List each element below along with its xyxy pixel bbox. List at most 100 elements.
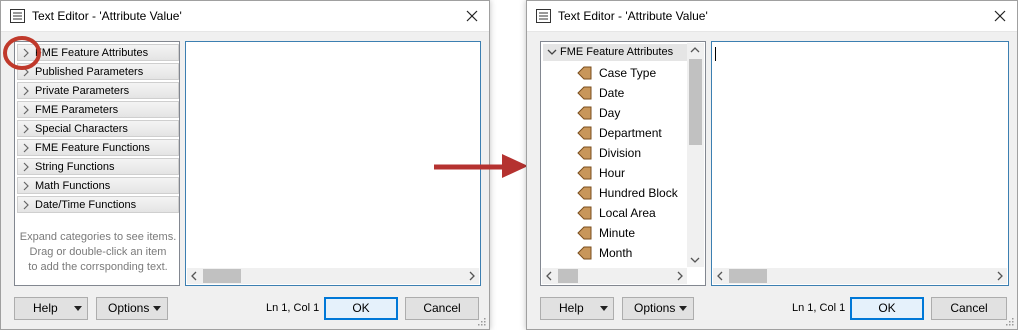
- resize-grip-icon[interactable]: [477, 317, 486, 326]
- scroll-right-icon[interactable]: [674, 271, 684, 281]
- scroll-left-icon[interactable]: [190, 271, 200, 281]
- scroll-thumb[interactable]: [203, 269, 241, 283]
- chevron-right-icon: [23, 86, 29, 96]
- help-button[interactable]: Help: [14, 297, 88, 320]
- category-label: FME Parameters: [35, 104, 119, 116]
- attribute-label: Division: [599, 146, 642, 160]
- cancel-button[interactable]: Cancel: [931, 297, 1007, 320]
- scroll-right-icon[interactable]: [466, 271, 476, 281]
- attribute-icon: [577, 86, 592, 100]
- scroll-left-icon[interactable]: [716, 271, 726, 281]
- chevron-right-icon: [23, 105, 29, 115]
- attribute-icon: [577, 66, 592, 80]
- attribute-label: Local Area: [599, 206, 656, 220]
- options-label: Options: [634, 301, 676, 315]
- hint-line: to add the corrsponding text.: [28, 261, 168, 273]
- attribute-icon: [577, 186, 592, 200]
- cursor-position: Ln 1, Col 1: [792, 302, 846, 314]
- text-editor-dialog-expanded: Text Editor - 'Attribute Value' FME Feat…: [526, 0, 1018, 330]
- dropdown-arrow-icon: [600, 306, 608, 311]
- attribute-icon: [577, 246, 592, 260]
- category-label: Private Parameters: [35, 85, 130, 97]
- attribute-label: Month: [599, 246, 633, 260]
- category-label: FME Feature Functions: [35, 142, 150, 154]
- text-editor-icon: [536, 9, 551, 23]
- tree-root-fme-feature-attributes[interactable]: FME Feature Attributes: [543, 44, 688, 61]
- help-label: Help: [33, 301, 58, 315]
- help-hint-text: Expand categories to see items. Drag or …: [19, 230, 177, 275]
- horizontal-scrollbar[interactable]: [187, 268, 479, 284]
- chevron-down-icon: [547, 49, 557, 55]
- category-string-functions[interactable]: String Functions: [17, 158, 179, 175]
- chevron-right-icon: [23, 200, 29, 210]
- window-title: Text Editor - 'Attribute Value': [32, 9, 182, 23]
- transition-arrow-icon: [434, 154, 528, 178]
- scroll-thumb[interactable]: [689, 59, 702, 145]
- options-label: Options: [108, 301, 150, 315]
- category-label: FME Feature Attributes: [35, 47, 149, 59]
- text-edit-area[interactable]: [711, 41, 1009, 286]
- hint-line: Expand categories to see items.: [19, 231, 177, 243]
- cursor-position: Ln 1, Col 1: [266, 302, 320, 314]
- scroll-left-icon[interactable]: [545, 271, 555, 281]
- attribute-label: Hour: [599, 166, 626, 180]
- text-editor-icon: [10, 9, 25, 23]
- ok-button[interactable]: OK: [850, 297, 924, 320]
- window-title: Text Editor - 'Attribute Value': [558, 9, 708, 23]
- scroll-thumb[interactable]: [729, 269, 767, 283]
- vertical-scrollbar[interactable]: [687, 43, 704, 267]
- close-icon[interactable]: [463, 7, 481, 25]
- category-fme-feature-functions[interactable]: FME Feature Functions: [17, 139, 179, 156]
- attribute-icon: [577, 146, 592, 160]
- category-label: Special Characters: [35, 123, 128, 135]
- chevron-right-icon: [23, 181, 29, 191]
- dropdown-arrow-icon: [74, 306, 82, 311]
- category-label: Date/Time Functions: [35, 199, 137, 211]
- attribute-label: Minute: [599, 226, 636, 240]
- attribute-icon: [577, 106, 592, 120]
- ok-button[interactable]: OK: [324, 297, 398, 320]
- attribute-label: Day: [599, 106, 621, 120]
- chevron-right-icon: [23, 124, 29, 134]
- scroll-right-icon[interactable]: [994, 271, 1004, 281]
- help-label: Help: [559, 301, 584, 315]
- scroll-up-icon[interactable]: [690, 46, 700, 56]
- attribute-tree-panel: FME Feature Attributes Case Type Date Da…: [540, 41, 706, 286]
- attribute-icon: [577, 126, 592, 140]
- horizontal-scrollbar[interactable]: [542, 268, 687, 284]
- category-label: Published Parameters: [35, 66, 144, 78]
- text-cursor: [715, 47, 716, 61]
- category-label: String Functions: [35, 161, 115, 173]
- title-bar: Text Editor - 'Attribute Value': [1, 1, 489, 32]
- category-date-time-functions[interactable]: Date/Time Functions: [17, 196, 179, 213]
- category-panel: FME Feature Attributes Published Paramet…: [14, 41, 180, 286]
- category-math-functions[interactable]: Math Functions: [17, 177, 179, 194]
- highlight-circle-icon: [3, 36, 41, 70]
- resize-grip-icon[interactable]: [1005, 317, 1014, 326]
- options-button[interactable]: Options: [96, 297, 168, 320]
- dropdown-arrow-icon: [679, 306, 687, 311]
- options-button[interactable]: Options: [622, 297, 694, 320]
- category-private-parameters[interactable]: Private Parameters: [17, 82, 179, 99]
- scroll-thumb[interactable]: [558, 269, 578, 283]
- category-special-characters[interactable]: Special Characters: [17, 120, 179, 137]
- chevron-right-icon: [23, 162, 29, 172]
- attribute-label: Date: [599, 86, 625, 100]
- scroll-down-icon[interactable]: [690, 254, 700, 264]
- category-fme-parameters[interactable]: FME Parameters: [17, 101, 179, 118]
- hint-line: Drag or double-click an item: [29, 246, 167, 258]
- attribute-label: Department: [599, 126, 662, 140]
- chevron-right-icon: [23, 143, 29, 153]
- tree-root-label: FME Feature Attributes: [560, 46, 674, 58]
- attribute-icon: [577, 166, 592, 180]
- text-editor-dialog-collapsed: Text Editor - 'Attribute Value' FME Feat…: [0, 0, 490, 330]
- dropdown-arrow-icon: [153, 306, 161, 311]
- close-icon[interactable]: [991, 7, 1009, 25]
- attribute-label: Hundred Block: [599, 186, 678, 200]
- cancel-button[interactable]: Cancel: [405, 297, 479, 320]
- horizontal-scrollbar[interactable]: [713, 268, 1007, 284]
- category-label: Math Functions: [35, 180, 111, 192]
- help-button[interactable]: Help: [540, 297, 614, 320]
- title-bar: Text Editor - 'Attribute Value': [527, 1, 1017, 32]
- attribute-icon: [577, 206, 592, 220]
